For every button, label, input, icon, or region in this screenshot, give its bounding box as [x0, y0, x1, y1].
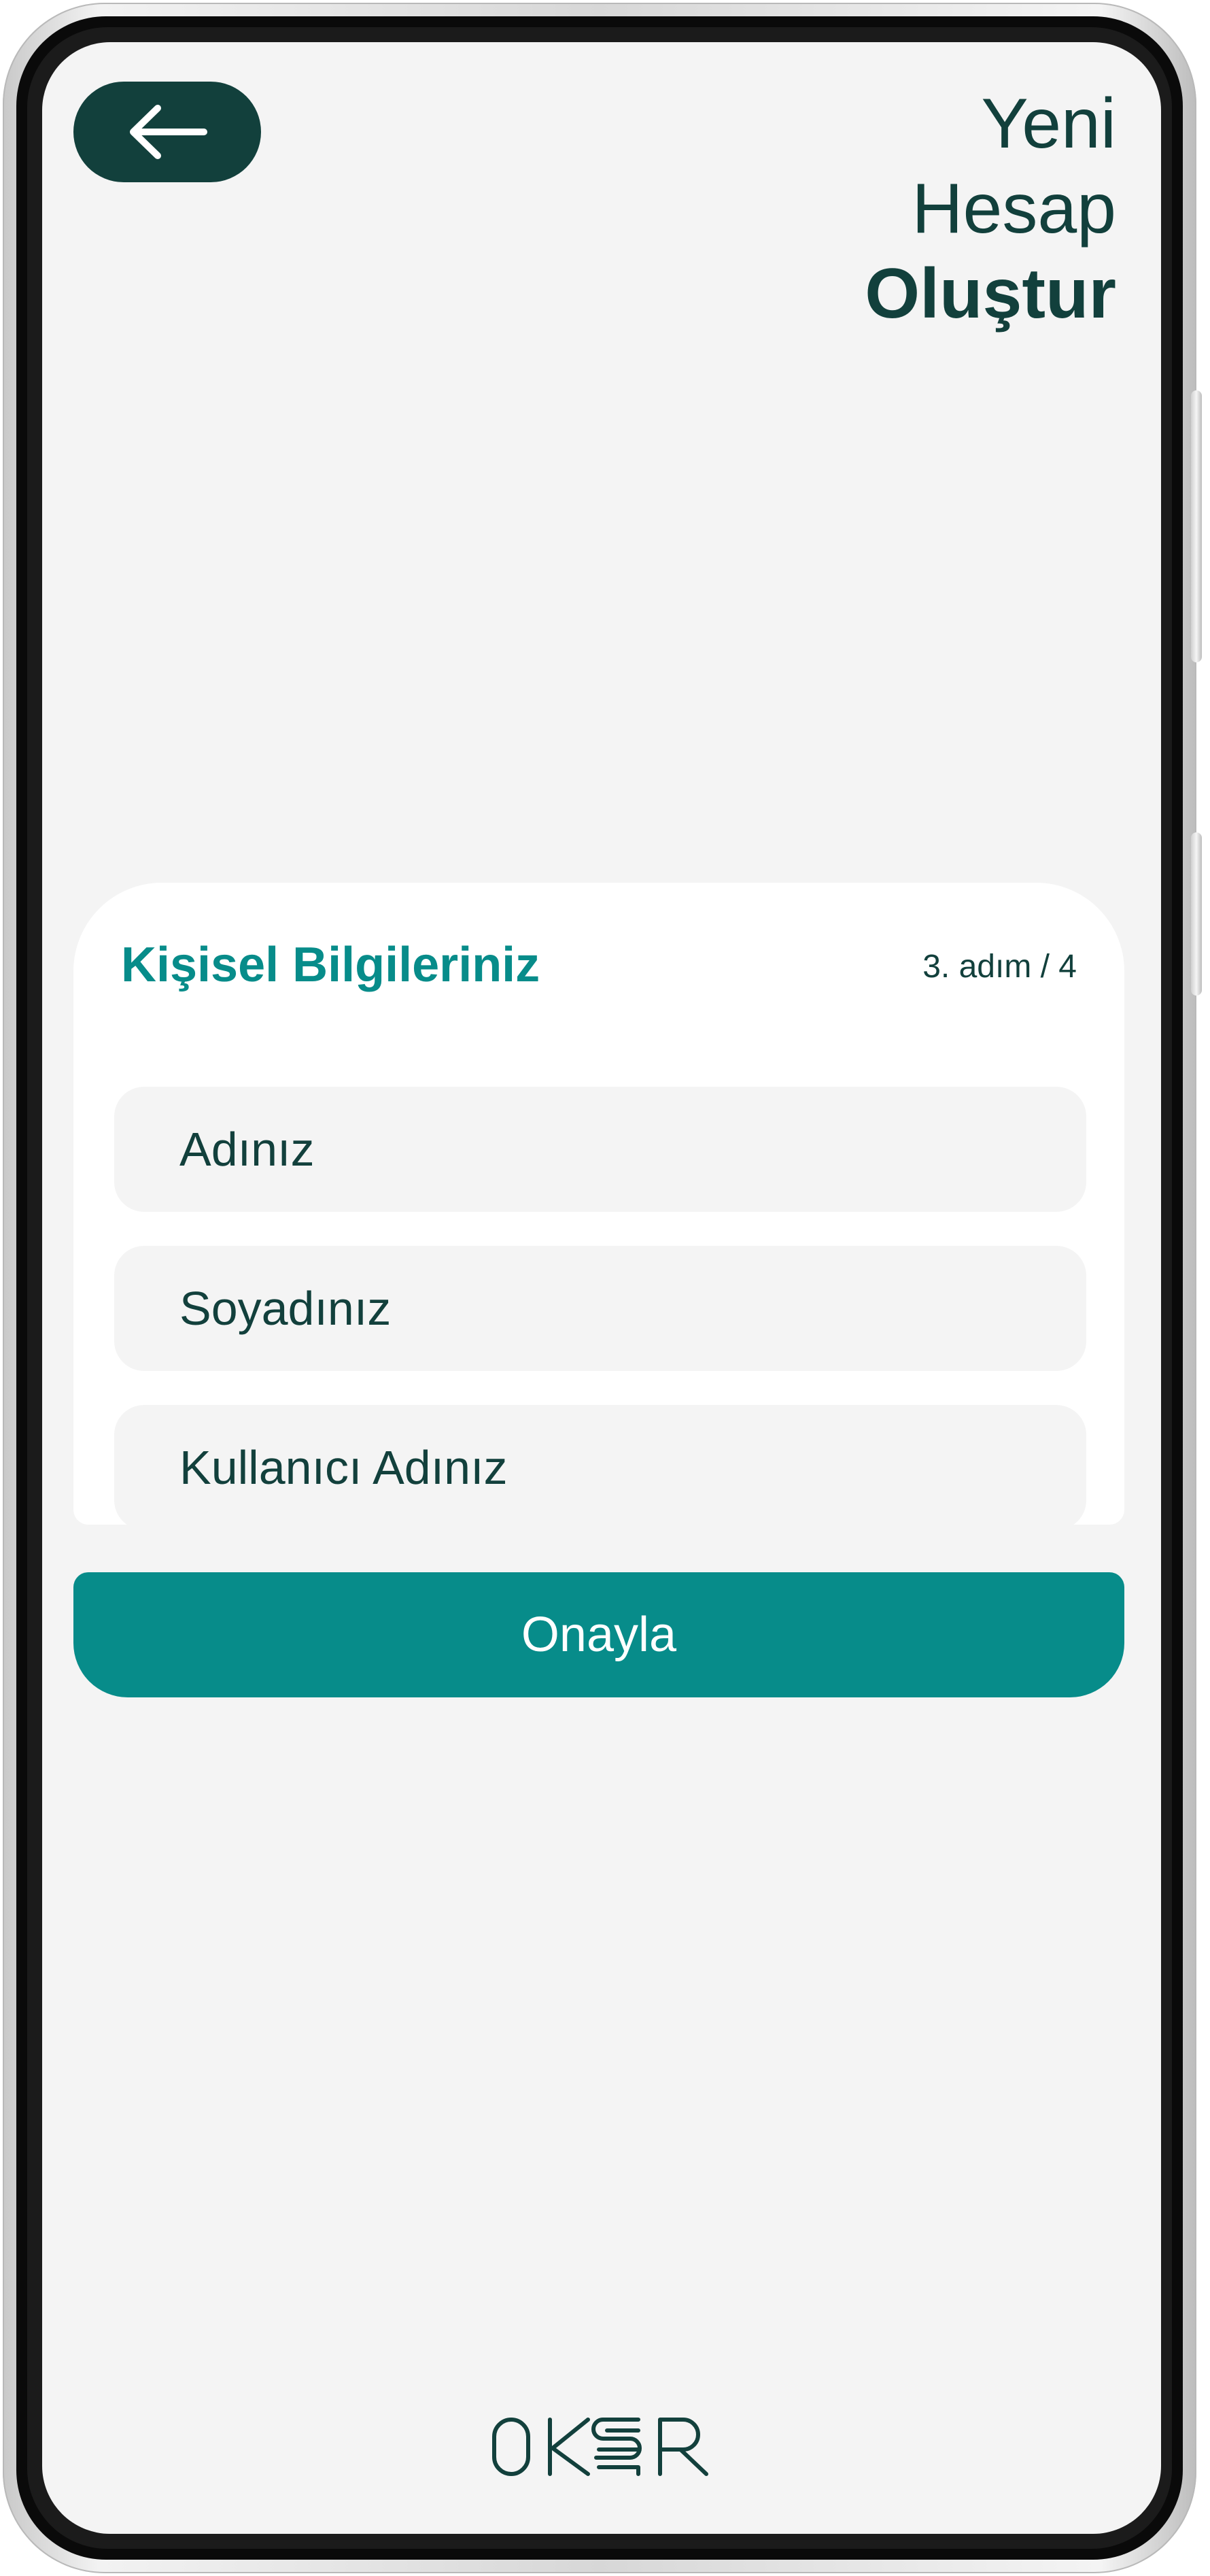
- step-indicator: 3. adım / 4: [922, 949, 1077, 985]
- page-title: Yeni Hesap Oluştur: [865, 82, 1116, 336]
- username-field[interactable]: [114, 1405, 1086, 1530]
- first-name-field[interactable]: [114, 1087, 1086, 1212]
- title-line-1: Yeni: [981, 84, 1116, 163]
- personal-info-card: Kişisel Bilgileriniz 3. adım / 4: [73, 883, 1124, 1530]
- arrow-left-icon: [130, 105, 207, 159]
- volume-button: [1191, 832, 1202, 996]
- okur-logo: [492, 2418, 708, 2476]
- title-line-2: Hesap: [912, 169, 1116, 248]
- last-name-input[interactable]: [114, 1246, 1086, 1371]
- confirm-button-label: Onayla: [521, 1608, 677, 1662]
- confirm-button[interactable]: Onayla: [73, 1572, 1124, 1697]
- app-screen: Yeni Hesap Oluştur Kişisel Bilgileriniz …: [42, 42, 1161, 2534]
- card-heading: Kişisel Bilgileriniz: [121, 938, 540, 992]
- username-input[interactable]: [114, 1405, 1086, 1530]
- power-button: [1191, 390, 1202, 662]
- first-name-input[interactable]: [114, 1087, 1086, 1212]
- last-name-field[interactable]: [114, 1246, 1086, 1371]
- back-button[interactable]: [73, 82, 261, 182]
- title-line-3: Oluştur: [865, 254, 1116, 333]
